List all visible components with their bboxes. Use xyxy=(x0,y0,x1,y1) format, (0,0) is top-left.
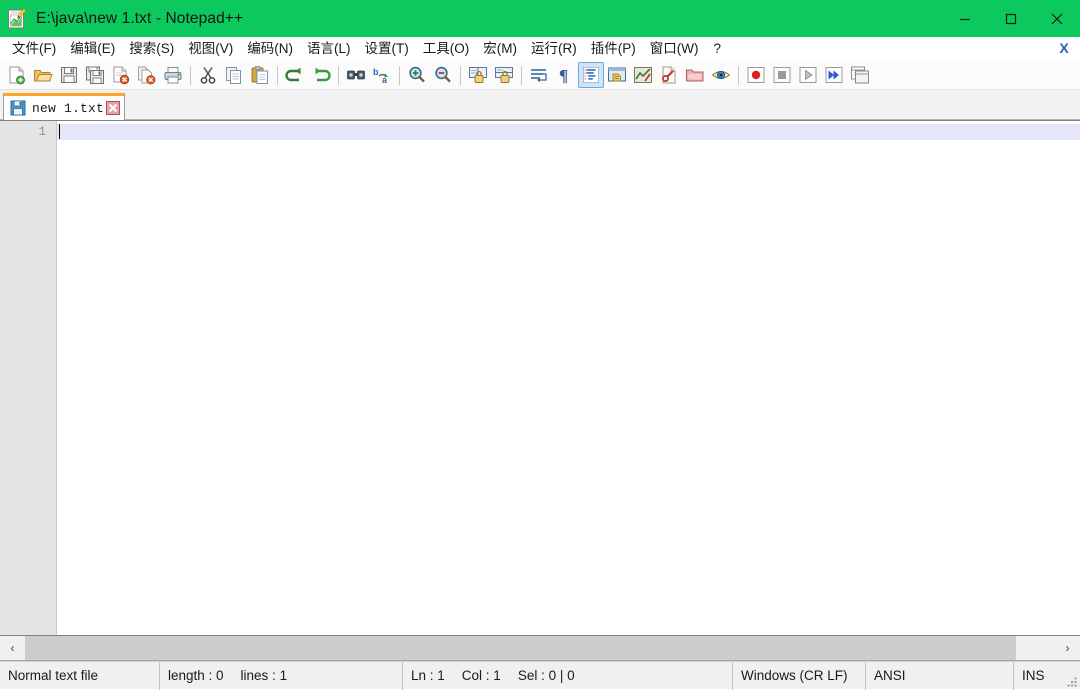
status-ln: Ln : 1 xyxy=(411,668,445,683)
monitoring-icon[interactable] xyxy=(708,62,734,88)
menu-tools[interactable]: 工具(O) xyxy=(416,39,477,59)
word-wrap-icon[interactable] xyxy=(526,62,552,88)
line-number: 1 xyxy=(38,125,46,139)
svg-text:¶: ¶ xyxy=(559,66,568,85)
close-file-icon[interactable] xyxy=(108,62,134,88)
replace-icon[interactable]: b a xyxy=(369,62,395,88)
function-list-icon[interactable] xyxy=(656,62,682,88)
stop-macro-icon[interactable] xyxy=(769,62,795,88)
menu-edit[interactable]: 编辑(E) xyxy=(63,39,122,59)
menu-run[interactable]: 运行(R) xyxy=(524,39,584,59)
toolbar-separator-5 xyxy=(460,65,461,85)
resize-grip-icon[interactable] xyxy=(1064,662,1080,690)
status-file-type: Normal text file xyxy=(0,661,160,690)
menu-macro[interactable]: 宏(M) xyxy=(476,39,524,59)
find-icon[interactable] xyxy=(343,62,369,88)
text-editor-canvas[interactable] xyxy=(57,121,1080,635)
status-caret-position: Ln : 1 Col : 1 Sel : 0 | 0 xyxy=(403,661,733,690)
horizontal-scroll-track[interactable] xyxy=(25,636,1055,660)
sync-horizontal-scroll-icon[interactable] xyxy=(491,62,517,88)
text-caret xyxy=(59,124,60,139)
toolbar-separator-3 xyxy=(338,65,339,85)
save-icon[interactable] xyxy=(56,62,82,88)
menu-file[interactable]: 文件(F) xyxy=(5,39,63,59)
print-icon[interactable] xyxy=(160,62,186,88)
status-col: Col : 1 xyxy=(461,668,501,683)
status-length: length : 0 xyxy=(168,668,224,683)
run-macro-multiple-icon[interactable] xyxy=(821,62,847,88)
close-all-files-icon[interactable] xyxy=(134,62,160,88)
editor-area[interactable]: 1 xyxy=(0,120,1080,636)
title-bar: E:\java\new 1.txt - Notepad++ xyxy=(0,0,1080,37)
toolbar: b a ¶ xyxy=(0,61,1080,90)
show-all-characters-icon[interactable]: ¶ xyxy=(552,62,578,88)
current-line-highlight xyxy=(57,124,1080,140)
minimize-button[interactable] xyxy=(942,0,988,37)
menu-settings[interactable]: 设置(T) xyxy=(358,39,416,59)
menu-encoding[interactable]: 编码(N) xyxy=(240,39,300,59)
menu-search[interactable]: 搜索(S) xyxy=(122,39,181,59)
menu-language[interactable]: 语言(L) xyxy=(300,39,358,59)
paste-icon[interactable] xyxy=(247,62,273,88)
folder-as-workspace-icon[interactable] xyxy=(682,62,708,88)
tab-bar: new 1.txt xyxy=(0,90,1080,120)
menu-window[interactable]: 窗口(W) xyxy=(643,39,706,59)
floppy-disk-icon xyxy=(10,100,26,116)
cut-icon[interactable] xyxy=(195,62,221,88)
zoom-in-icon[interactable] xyxy=(404,62,430,88)
status-eol-format[interactable]: Windows (CR LF) xyxy=(733,661,866,690)
status-insert-mode[interactable]: INS xyxy=(1014,662,1064,690)
notepad-plus-plus-window: E:\java\new 1.txt - Notepad++ 文件(F) 编辑(E… xyxy=(0,0,1080,690)
close-button[interactable] xyxy=(1034,0,1080,37)
new-file-icon[interactable] xyxy=(4,62,30,88)
indent-guide-icon[interactable] xyxy=(578,62,604,88)
toolbar-separator-1 xyxy=(190,65,191,85)
zoom-out-icon[interactable] xyxy=(430,62,456,88)
horizontal-scrollbar[interactable]: ‹ › xyxy=(0,636,1080,661)
menu-plugins[interactable]: 插件(P) xyxy=(584,39,643,59)
record-macro-icon[interactable] xyxy=(743,62,769,88)
user-defined-dialog-icon[interactable] xyxy=(604,62,630,88)
play-macro-icon[interactable] xyxy=(795,62,821,88)
toolbar-separator-7 xyxy=(738,65,739,85)
document-tab-new-1-txt[interactable]: new 1.txt xyxy=(3,93,126,120)
tab-label: new 1.txt xyxy=(32,100,105,116)
scroll-left-arrow-icon[interactable]: ‹ xyxy=(0,636,25,660)
document-map-icon[interactable] xyxy=(630,62,656,88)
status-bar: Normal text file length : 0 lines : 1 Ln… xyxy=(0,661,1080,690)
scroll-right-arrow-icon[interactable]: › xyxy=(1055,636,1080,660)
window-controls xyxy=(942,0,1080,37)
tab-close-icon[interactable] xyxy=(106,101,121,115)
menu-help[interactable]: ? xyxy=(705,39,729,59)
save-all-icon[interactable] xyxy=(82,62,108,88)
window-title: E:\java\new 1.txt - Notepad++ xyxy=(36,9,244,27)
status-length-lines: length : 0 lines : 1 xyxy=(160,661,403,690)
save-macro-icon[interactable] xyxy=(847,62,873,88)
toolbar-separator-6 xyxy=(521,65,522,85)
notepad-plus-plus-icon xyxy=(6,7,28,30)
menu-view[interactable]: 视图(V) xyxy=(181,39,240,59)
copy-icon[interactable] xyxy=(221,62,247,88)
redo-icon[interactable] xyxy=(308,62,334,88)
status-lines: lines : 1 xyxy=(240,668,288,683)
toolbar-separator-2 xyxy=(277,65,278,85)
horizontal-scroll-thumb[interactable] xyxy=(25,636,1016,660)
line-number-gutter: 1 xyxy=(0,121,57,635)
menu-bar: 文件(F) 编辑(E) 搜索(S) 视图(V) 编码(N) 语言(L) 设置(T… xyxy=(0,37,1080,61)
maximize-button[interactable] xyxy=(988,0,1034,37)
toolbar-separator-4 xyxy=(399,65,400,85)
status-sel: Sel : 0 | 0 xyxy=(517,668,575,683)
status-encoding[interactable]: ANSI xyxy=(866,661,1014,690)
undo-icon[interactable] xyxy=(282,62,308,88)
close-document-button[interactable]: X xyxy=(1056,39,1072,57)
open-file-icon[interactable] xyxy=(30,62,56,88)
sync-vertical-scroll-icon[interactable] xyxy=(465,62,491,88)
svg-text:b: b xyxy=(373,67,379,77)
